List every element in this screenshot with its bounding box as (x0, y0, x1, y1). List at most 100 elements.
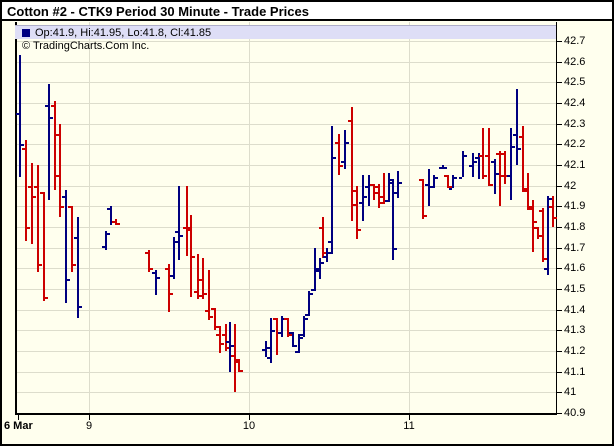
open-tick (323, 256, 326, 258)
close-tick (321, 262, 324, 264)
y-axis-label: 41.8 (564, 221, 585, 233)
open-tick (385, 200, 388, 202)
y-axis-label: 41.5 (564, 283, 585, 295)
chart-window: Cotton #2 - CTK9 Period 30 Minute - Trad… (0, 0, 614, 446)
title-bar: Cotton #2 - CTK9 Period 30 Minute - Trad… (2, 2, 612, 21)
close-tick (394, 248, 397, 250)
open-tick (235, 359, 238, 361)
y-axis-label: 42.6 (564, 56, 585, 68)
open-tick (284, 318, 287, 320)
ohlc-stem (234, 324, 236, 392)
legend-band: Op:41.9, Hi:41.95, Lo:41.8, Cl:41.85 (15, 25, 556, 39)
ohlc-stem (178, 186, 180, 260)
copyright-notice: © TradingCharts.Com Inc. (22, 40, 149, 52)
close-tick (170, 293, 173, 295)
gridline-h (15, 62, 556, 63)
open-tick (449, 188, 452, 190)
ohlc-stem (65, 190, 67, 303)
close-tick (221, 343, 224, 345)
gridline-h (15, 330, 556, 331)
open-tick (199, 279, 202, 281)
ohlc-stem (48, 84, 50, 200)
open-tick (370, 184, 373, 186)
y-axis-tick (556, 62, 562, 63)
open-tick (348, 120, 351, 122)
close-tick (240, 370, 243, 372)
gridline-h (15, 392, 556, 393)
open-tick (375, 186, 378, 188)
close-tick (310, 293, 313, 295)
y-axis-tick (556, 392, 562, 393)
open-tick (365, 186, 368, 188)
close-tick (33, 196, 36, 198)
close-tick (333, 157, 336, 159)
ohlc-stem (494, 159, 496, 194)
y-axis-tick (556, 268, 562, 269)
gridline-h (15, 351, 556, 352)
open-tick (328, 241, 331, 243)
chart-title: Cotton #2 - CTK9 Period 30 Minute - Trad… (7, 4, 309, 19)
y-axis-tick (556, 227, 562, 228)
close-tick (73, 264, 76, 266)
ohlc-stem (368, 175, 370, 206)
open-tick (469, 165, 472, 167)
open-tick (305, 314, 308, 316)
x-axis-label: 9 (69, 420, 109, 432)
ohlc-stem (270, 318, 272, 363)
close-tick (435, 177, 438, 179)
close-tick (358, 229, 361, 231)
open-tick (539, 210, 542, 212)
open-tick (430, 186, 433, 188)
open-tick (152, 272, 155, 274)
open-tick (394, 192, 397, 194)
close-tick (424, 215, 427, 217)
open-tick (501, 153, 504, 155)
open-tick (295, 351, 298, 353)
x-axis-label: 6 Mar (4, 420, 33, 432)
ohlc-stem (552, 196, 554, 227)
ohlc-stem (537, 227, 539, 239)
series-swatch-icon (22, 29, 30, 37)
open-tick (534, 227, 537, 229)
y-axis-tick (556, 351, 562, 352)
ohlc-stem (516, 89, 518, 165)
gridline-h (15, 372, 556, 373)
open-tick (524, 190, 527, 192)
close-tick (554, 217, 557, 219)
gridline-v (89, 22, 90, 413)
ohlc-stem (59, 124, 61, 217)
gridline-v (249, 22, 250, 413)
open-tick (353, 190, 356, 192)
ohlc-stem (356, 186, 358, 239)
open-tick (16, 113, 19, 115)
open-tick (273, 318, 276, 320)
close-tick (444, 167, 447, 169)
close-tick (484, 175, 487, 177)
ohlc-stem (397, 171, 399, 198)
ohlc-stem (510, 128, 512, 200)
ohlc-stem (265, 341, 267, 357)
y-axis-label: 41.3 (564, 324, 585, 336)
plot-border-left (15, 22, 17, 413)
open-tick (444, 175, 447, 177)
ohlc-stem (532, 200, 534, 252)
open-tick (226, 341, 229, 343)
y-axis-label: 42.3 (564, 118, 585, 130)
ohlc-stem (219, 326, 221, 353)
open-tick (56, 134, 59, 136)
y-axis-tick (556, 330, 562, 331)
open-tick (389, 182, 392, 184)
close-tick (39, 264, 42, 266)
close-tick (305, 318, 308, 320)
open-tick (216, 334, 219, 336)
gridline-h (15, 206, 556, 207)
ohlc-stem (504, 151, 506, 184)
open-tick (170, 275, 173, 277)
ohlc-stem (522, 126, 524, 192)
y-axis-label: 42.5 (564, 76, 585, 88)
open-tick (175, 231, 178, 233)
close-tick (300, 337, 303, 339)
gridline-h (15, 310, 556, 311)
open-tick (419, 179, 422, 181)
ohlc-stem (362, 175, 364, 221)
